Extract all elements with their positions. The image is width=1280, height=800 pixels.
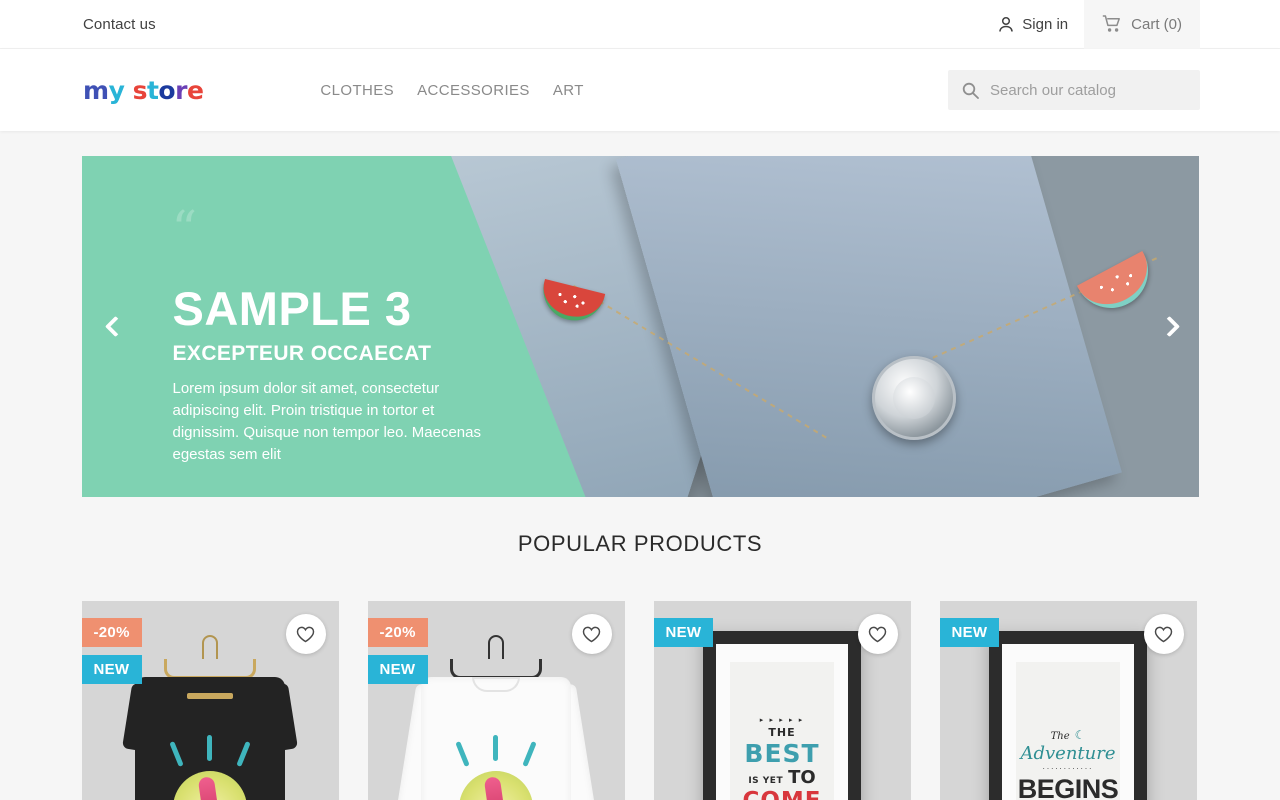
quote-mark-icon: “ (171, 200, 197, 258)
product-grid: -20% NEW -20% NEW NEW ▸ ▸ ▸ ▸ ▸ THE BEST… (81, 601, 1199, 800)
shopping-cart-icon (1102, 15, 1122, 33)
popular-products-title: POPULAR PRODUCTS (517, 531, 763, 556)
product-thumbnail[interactable]: -20% NEW (367, 601, 625, 800)
wishlist-button[interactable] (1143, 614, 1184, 654)
top-bar: Contact us Sign in Cart (0) (0, 0, 1280, 49)
moon-icon: ☾ (1074, 727, 1086, 742)
carousel-prev-button[interactable] (99, 306, 133, 348)
wishlist-button[interactable] (571, 614, 612, 654)
poster-line-adventure: Adventure (1020, 742, 1116, 764)
product-card[interactable]: -20% NEW (367, 601, 625, 800)
new-badge: NEW (367, 655, 428, 684)
tshirt-illustration (122, 635, 298, 800)
chevron-right-icon (1158, 315, 1181, 338)
poster-line-begins: BEGINS (1017, 773, 1119, 800)
contact-us-link[interactable]: Contact us (83, 16, 156, 33)
hero-carousel: “ SAMPLE 3 EXCEPTEUR OCCAECAT Lorem ipsu… (81, 156, 1199, 497)
logo-letter: m (83, 75, 109, 105)
cart-label: Cart (0) (1131, 15, 1182, 33)
logo-letter: s (132, 75, 148, 105)
discount-badge: -20% (367, 618, 428, 647)
product-card[interactable]: -20% NEW (81, 601, 339, 800)
store-logo[interactable]: my store (83, 75, 204, 105)
poster-illustration: The ☾ Adventure ············ BEGINS ⋀ (989, 631, 1147, 800)
cart-button[interactable]: Cart (0) (1084, 0, 1200, 49)
new-badge: NEW (81, 655, 142, 684)
logo-letter: r (175, 75, 187, 105)
product-thumbnail[interactable]: -20% NEW (81, 601, 339, 800)
product-card[interactable]: NEW The ☾ Adventure ············ BEGINS (939, 601, 1197, 800)
sweater-illustration (395, 635, 597, 800)
carousel-next-button[interactable] (1153, 306, 1187, 348)
sign-in-label: Sign in (1022, 15, 1069, 33)
wishlist-button[interactable] (285, 614, 326, 654)
poster-divider-dots: ············ (1042, 764, 1094, 773)
product-badges: NEW (939, 618, 1000, 647)
new-badge: NEW (939, 618, 1000, 647)
denim-button (871, 356, 956, 440)
discount-badge: -20% (81, 618, 142, 647)
wishlist-button[interactable] (857, 614, 898, 654)
sign-in-button[interactable]: Sign in (982, 0, 1084, 49)
slide-description: Lorem ipsum dolor sit amet, consectetur … (172, 380, 482, 464)
logo-letter: o (158, 75, 176, 105)
page-content: “ SAMPLE 3 EXCEPTEUR OCCAECAT Lorem ipsu… (0, 131, 1280, 800)
poster-line-come: COME (742, 790, 821, 800)
main-navigation: CLOTHES ACCESSORIES ART (320, 82, 583, 99)
heart-icon (296, 626, 315, 642)
product-badges: NEW (653, 618, 714, 647)
poster-top-dots: ▸ ▸ ▸ ▸ ▸ (759, 716, 805, 724)
product-card[interactable]: NEW ▸ ▸ ▸ ▸ ▸ THE BEST IS YET TO (653, 601, 911, 800)
search-input[interactable] (990, 81, 1186, 99)
poster-line-the: The (1050, 730, 1070, 742)
logo-letter (124, 78, 132, 103)
chevron-left-icon (104, 315, 127, 338)
product-badges: -20% NEW (81, 618, 142, 684)
poster-line-to: TO (788, 767, 816, 788)
nav-item-clothes[interactable]: CLOTHES (320, 82, 394, 99)
heart-icon (1154, 626, 1173, 642)
search-icon (962, 82, 979, 99)
poster-line-best: BEST (744, 739, 820, 768)
search-bar[interactable] (948, 70, 1200, 110)
heart-icon (868, 626, 887, 642)
user-icon (998, 16, 1014, 33)
heart-icon (582, 626, 601, 642)
nav-item-art[interactable]: ART (553, 82, 584, 99)
nav-item-accessories[interactable]: ACCESSORIES (417, 82, 530, 99)
product-thumbnail[interactable]: NEW The ☾ Adventure ············ BEGINS (939, 601, 1197, 800)
new-badge: NEW (653, 618, 714, 647)
logo-letter: e (186, 75, 204, 105)
poster-line-the: THE (768, 726, 796, 739)
product-badges: -20% NEW (367, 618, 428, 684)
logo-letter: t (146, 75, 159, 105)
product-thumbnail[interactable]: NEW ▸ ▸ ▸ ▸ ▸ THE BEST IS YET TO (653, 601, 911, 800)
poster-line-is-yet: IS YET (748, 776, 784, 786)
poster-illustration: ▸ ▸ ▸ ▸ ▸ THE BEST IS YET TO COME ▸ ▸ ▸ … (703, 631, 861, 800)
logo-letter: y (108, 75, 125, 105)
site-header: my store CLOTHES ACCESSORIES ART (0, 49, 1280, 131)
top-bar-actions: Sign in Cart (0) (982, 0, 1200, 49)
